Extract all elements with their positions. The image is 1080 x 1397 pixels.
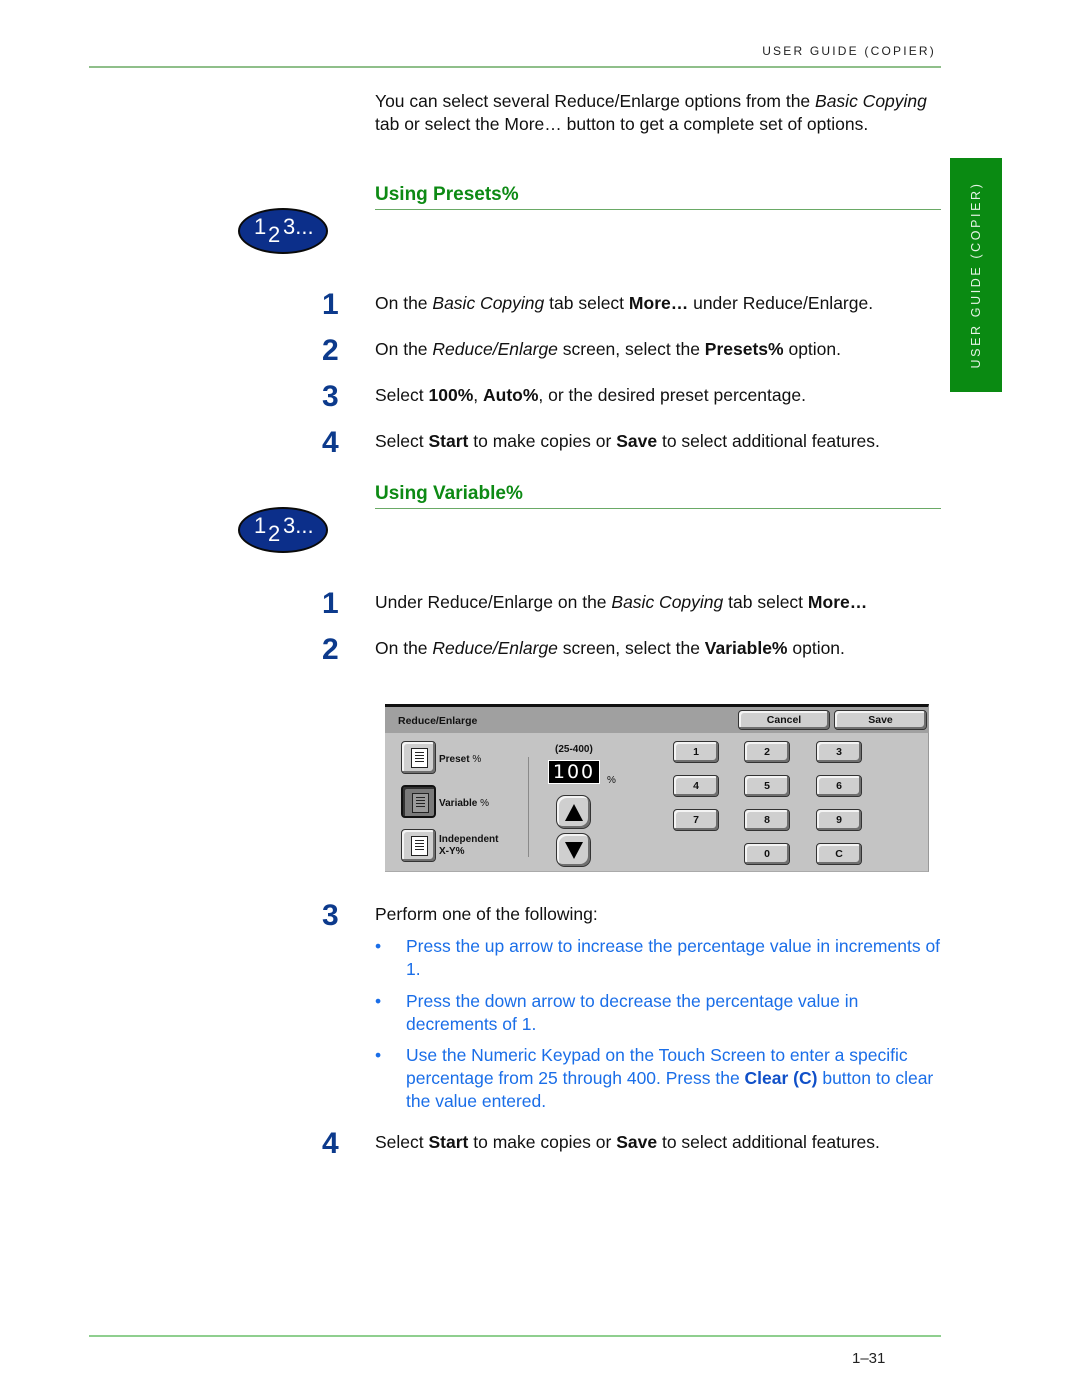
preset-option-button[interactable] [401, 741, 436, 774]
step-text: Perform one of the following: [375, 904, 598, 924]
step-number: 1 [322, 587, 339, 620]
variable-option-label: Variable % [439, 798, 490, 809]
step-number: 3 [322, 899, 339, 932]
running-header: USER GUIDE (COPIER) [762, 44, 936, 58]
independent-xy-option-button[interactable] [401, 829, 436, 862]
keypad-key-4[interactable]: 4 [673, 775, 719, 797]
keypad-key-0[interactable]: 0 [744, 843, 790, 865]
keypad-key-8[interactable]: 8 [744, 809, 790, 831]
variable-option-button[interactable] [401, 785, 436, 818]
step-number: 4 [322, 426, 339, 459]
percent-unit-label: % [607, 775, 616, 786]
step-text: On the Reduce/Enlarge screen, select the… [375, 638, 845, 658]
step-text: On the Basic Copying tab select More… un… [375, 293, 874, 313]
header-rule [89, 66, 941, 68]
bullet-text: Press the up arrow to increase the perce… [406, 936, 941, 979]
keypad-key-1[interactable]: 1 [673, 741, 719, 763]
step-number: 3 [322, 380, 339, 413]
screen-title: Reduce/Enlarge [398, 715, 478, 727]
save-button[interactable]: Save [834, 710, 927, 730]
step-number: 2 [322, 633, 339, 666]
reduce-enlarge-screen: Reduce/Enlarge Cancel Save Preset % Vari… [385, 704, 929, 872]
keypad-clear-key[interactable]: C [816, 843, 862, 865]
bullet-icon: • [375, 991, 382, 1011]
arrow-up-icon [565, 804, 583, 821]
cancel-button[interactable]: Cancel [738, 710, 830, 730]
independent-xy-option-label: Independent X-Y% [439, 834, 499, 857]
section-heading-variable: Using Variable% [375, 483, 941, 509]
footer-rule [89, 1335, 941, 1337]
step-text: Select Start to make copies or Save to s… [375, 1132, 880, 1152]
bullet-icon: • [375, 936, 382, 956]
bullet-text: Press the down arrow to decrease the per… [406, 991, 859, 1034]
step-text: Select 100%, Auto%, or the desired prese… [375, 385, 806, 405]
document-icon [411, 748, 428, 768]
increase-arrow-button[interactable] [556, 795, 591, 829]
side-tab: USER GUIDE (COPIER) [950, 158, 1002, 392]
side-tab-label: USER GUIDE (COPIER) [969, 181, 983, 369]
intro-italic: Basic Copying [815, 91, 927, 111]
step-text: On the Reduce/Enlarge screen, select the… [375, 339, 842, 359]
document-xy-icon [411, 836, 428, 856]
bullet-icon: • [375, 1045, 382, 1065]
keypad-key-5[interactable]: 5 [744, 775, 790, 797]
decrease-arrow-button[interactable] [556, 833, 591, 867]
percentage-value-display: 100 [548, 760, 600, 784]
numbered-steps-icon: 1 2 3... [238, 208, 328, 254]
document-resize-icon [412, 793, 429, 813]
step-number: 1 [322, 288, 339, 321]
intro-text: You can select several Reduce/Enlarge op… [375, 91, 816, 111]
bullet-text: Use the Numeric Keypad on the Touch Scre… [406, 1045, 934, 1111]
page-number: 1–31 [852, 1350, 886, 1367]
intro-paragraph: You can select several Reduce/Enlarge op… [375, 90, 940, 136]
panel-divider [528, 757, 529, 857]
step-text: Under Reduce/Enlarge on the Basic Copyin… [375, 592, 868, 612]
intro-text: tab or select the More… button to get a … [375, 114, 869, 134]
arrow-down-icon [565, 842, 583, 859]
section-heading-presets: Using Presets% [375, 184, 941, 210]
step-number: 2 [322, 334, 339, 367]
keypad-key-9[interactable]: 9 [816, 809, 862, 831]
numbered-steps-icon: 1 2 3... [238, 507, 328, 553]
step-text: Select Start to make copies or Save to s… [375, 431, 880, 451]
preset-option-label: Preset % [439, 754, 482, 765]
keypad-key-3[interactable]: 3 [816, 741, 862, 763]
keypad-key-6[interactable]: 6 [816, 775, 862, 797]
keypad-key-2[interactable]: 2 [744, 741, 790, 763]
step-number: 4 [322, 1127, 339, 1160]
range-label: (25-400) [555, 744, 593, 755]
keypad-key-7[interactable]: 7 [673, 809, 719, 831]
